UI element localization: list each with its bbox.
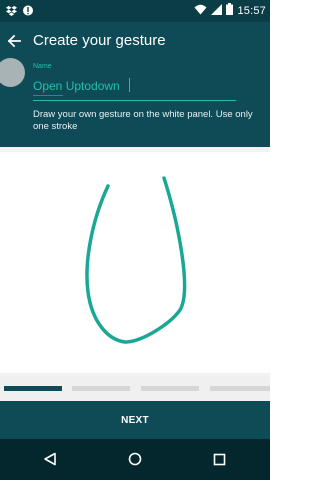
nav-back-button[interactable] <box>41 450 59 468</box>
gesture-avatar[interactable] <box>0 58 25 87</box>
recents-square-icon <box>213 453 225 465</box>
step-3-indicator <box>141 386 199 391</box>
back-button[interactable] <box>3 30 25 52</box>
cellular-signal-icon <box>211 3 223 18</box>
next-button[interactable]: NEXT <box>0 401 270 439</box>
next-button-label: NEXT <box>121 414 149 426</box>
step-4-indicator <box>210 386 270 391</box>
battery-icon <box>226 3 234 18</box>
step-2-indicator <box>72 386 130 391</box>
name-field-label: Name <box>33 63 52 70</box>
status-bar: 15:57 <box>0 0 270 22</box>
nav-home-button[interactable] <box>126 450 144 468</box>
page-title: Create your gesture <box>33 32 166 49</box>
arrow-left-icon <box>7 34 21 48</box>
spellcheck-underline <box>33 95 63 96</box>
text-caret <box>129 78 130 92</box>
dropbox-icon <box>6 3 17 21</box>
nav-recents-button[interactable] <box>210 450 228 468</box>
status-time: 15:57 <box>237 4 266 17</box>
name-field-underline <box>33 100 236 101</box>
notification-icon <box>23 3 33 21</box>
back-triangle-icon <box>44 452 56 466</box>
step-1-indicator <box>4 386 62 391</box>
instructions-text: Draw your own gesture on the white panel… <box>33 109 253 132</box>
home-circle-icon <box>128 452 142 466</box>
drawing-panel[interactable] <box>0 152 270 373</box>
wifi-icon <box>194 4 207 18</box>
gesture-header: Create your gesture Name Draw your own g… <box>0 22 270 147</box>
gesture-stroke <box>85 176 187 344</box>
system-nav-bar <box>0 439 270 480</box>
name-field[interactable] <box>33 77 236 95</box>
